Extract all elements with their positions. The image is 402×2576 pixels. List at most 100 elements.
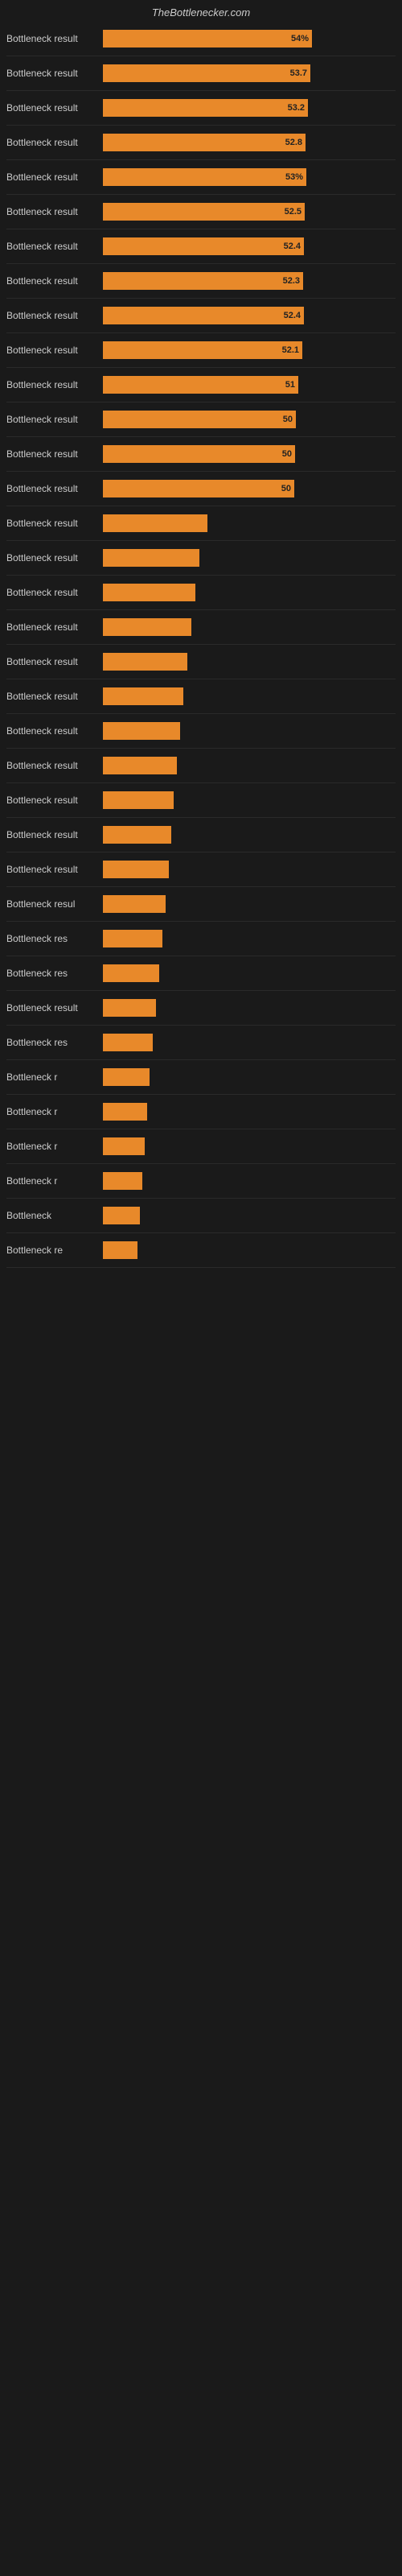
bar-row: Bottleneck r <box>0 1062 402 1092</box>
bar-wrapper <box>103 687 396 706</box>
bar-value: 50 <box>282 449 292 459</box>
site-header: TheBottlenecker.com <box>0 0 402 22</box>
bar-label: Bottleneck result <box>6 102 103 114</box>
row-separator <box>6 1163 396 1164</box>
bar-row: Bottleneck result50 <box>0 404 402 435</box>
bar-fill: 53.2 <box>103 99 308 117</box>
bar-wrapper <box>103 1241 396 1260</box>
bar-label: Bottleneck result <box>6 552 103 564</box>
bar-label: Bottleneck result <box>6 483 103 494</box>
row-separator <box>6 575 396 576</box>
row-separator <box>6 713 396 714</box>
bar-row: Bottleneck result52.4 <box>0 231 402 262</box>
bar-label: Bottleneck res <box>6 968 103 979</box>
bar-value: 52.8 <box>285 138 302 147</box>
bar-row: Bottleneck res <box>0 923 402 954</box>
bar-wrapper: 52.3 <box>103 271 396 291</box>
bar-label: Bottleneck result <box>6 171 103 183</box>
row-separator <box>6 609 396 610</box>
row-separator <box>6 886 396 887</box>
bar-label: Bottleneck <box>6 1210 103 1221</box>
bar-row: Bottleneck res <box>0 1027 402 1058</box>
bar-fill <box>103 999 156 1017</box>
bar-wrapper <box>103 1033 396 1052</box>
bar-row: Bottleneck re <box>0 1235 402 1265</box>
bar-label: Bottleneck res <box>6 1037 103 1048</box>
bar-wrapper <box>103 1171 396 1191</box>
bar-label: Bottleneck result <box>6 206 103 217</box>
bar-label: Bottleneck result <box>6 795 103 806</box>
bar-label: Bottleneck result <box>6 760 103 771</box>
bar-wrapper: 52.4 <box>103 306 396 325</box>
bar-label: Bottleneck result <box>6 725 103 737</box>
bar-label: Bottleneck result <box>6 310 103 321</box>
bar-wrapper: 50 <box>103 410 396 429</box>
bar-fill: 54% <box>103 30 312 47</box>
bar-fill <box>103 1207 140 1224</box>
bar-wrapper: 53.7 <box>103 64 396 83</box>
bar-row: Bottleneck result51 <box>0 369 402 400</box>
bar-wrapper <box>103 791 396 810</box>
bar-fill <box>103 549 199 567</box>
bar-label: Bottleneck result <box>6 33 103 44</box>
bar-wrapper: 53% <box>103 167 396 187</box>
bar-wrapper <box>103 998 396 1018</box>
row-separator <box>6 194 396 195</box>
row-separator <box>6 90 396 91</box>
bar-fill <box>103 861 169 878</box>
bar-fill <box>103 687 183 705</box>
bar-wrapper: 52.5 <box>103 202 396 221</box>
bar-fill <box>103 757 177 774</box>
bar-label: Bottleneck result <box>6 241 103 252</box>
bar-row: Bottleneck result <box>0 543 402 573</box>
bar-row: Bottleneck r <box>0 1166 402 1196</box>
bar-label: Bottleneck result <box>6 621 103 633</box>
bar-value: 53% <box>285 172 303 182</box>
bar-fill <box>103 618 191 636</box>
bar-label: Bottleneck r <box>6 1071 103 1083</box>
bar-row: Bottleneck result54% <box>0 23 402 54</box>
bar-wrapper: 52.1 <box>103 341 396 360</box>
row-separator <box>6 436 396 437</box>
bar-fill <box>103 1241 137 1259</box>
bar-fill: 50 <box>103 480 294 497</box>
bar-wrapper: 50 <box>103 444 396 464</box>
bar-label: Bottleneck result <box>6 68 103 79</box>
row-separator <box>6 1059 396 1060</box>
row-separator <box>6 1267 396 1268</box>
row-separator <box>6 1198 396 1199</box>
row-separator <box>6 921 396 922</box>
bar-row: Bottleneck result 53% <box>0 162 402 192</box>
bar-row: Bottleneck r <box>0 1096 402 1127</box>
bar-fill <box>103 895 166 913</box>
bar-fill: 51 <box>103 376 298 394</box>
bar-label: Bottleneck r <box>6 1106 103 1117</box>
bar-wrapper <box>103 548 396 568</box>
row-separator <box>6 367 396 368</box>
bar-fill: 52.4 <box>103 237 304 255</box>
bar-row: Bottleneck result 52.5 <box>0 196 402 227</box>
bar-wrapper <box>103 929 396 948</box>
row-separator <box>6 263 396 264</box>
row-separator <box>6 298 396 299</box>
bar-fill <box>103 584 195 601</box>
bar-row: Bottleneck result53.2 <box>0 93 402 123</box>
bar-row: Bottleneck result <box>0 681 402 712</box>
bar-row: Bottleneck result <box>0 577 402 608</box>
bar-wrapper <box>103 1102 396 1121</box>
bar-row: Bottleneck result52.4 <box>0 300 402 331</box>
bar-label: Bottleneck result <box>6 656 103 667</box>
bar-row: Bottleneck res <box>0 958 402 989</box>
bar-wrapper <box>103 583 396 602</box>
bar-fill <box>103 791 174 809</box>
bar-value: 50 <box>281 484 291 493</box>
bar-row: Bottleneck result52.1 <box>0 335 402 365</box>
bar-label: Bottleneck result <box>6 379 103 390</box>
bar-value: 52.5 <box>285 207 302 217</box>
site-title: TheBottlenecker.com <box>152 6 250 19</box>
bar-wrapper: 50 <box>103 479 396 498</box>
bar-row: Bottleneck result <box>0 819 402 850</box>
bar-wrapper <box>103 860 396 879</box>
bar-value: 52.1 <box>282 345 299 355</box>
bar-row: Bottleneck result <box>0 854 402 885</box>
